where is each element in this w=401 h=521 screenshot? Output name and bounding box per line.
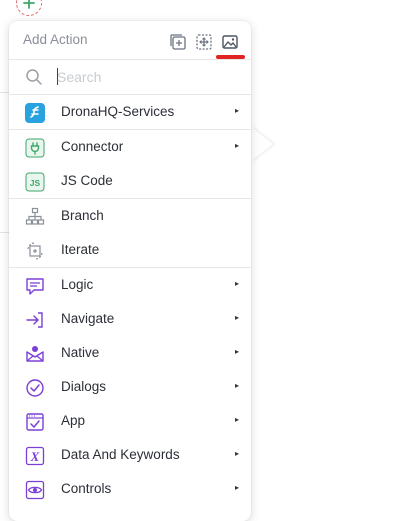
menu-item-connector[interactable]: Connector ▸: [9, 130, 251, 164]
add-action-button[interactable]: [16, 0, 42, 16]
app-icon: [26, 413, 44, 431]
image-icon[interactable]: [221, 33, 239, 51]
menu-item-label: Dialogs: [61, 379, 107, 394]
background-divider: [0, 92, 9, 93]
submenu-arrow-icon: ▸: [234, 415, 239, 424]
menu-item-label: Iterate: [61, 242, 100, 257]
menu-item-native[interactable]: Native ▸: [9, 336, 251, 370]
svg-text:JS: JS: [30, 178, 41, 188]
plug-icon: [25, 138, 45, 158]
variable-icon: X: [25, 446, 45, 466]
submenu-arrow-icon: ▸: [234, 347, 239, 356]
menu-item-label: Connector: [61, 139, 124, 154]
menu-item-app[interactable]: App ▸: [9, 404, 251, 438]
iterate-icon: [27, 242, 43, 260]
search-input[interactable]: [57, 66, 227, 88]
menu-item-data-and-keywords[interactable]: X Data And Keywords ▸: [9, 438, 251, 472]
branch-icon: [25, 207, 45, 225]
add-box-icon[interactable]: [169, 33, 187, 51]
menu-item-label: App: [61, 413, 86, 428]
panel-title: Add Action: [23, 32, 88, 47]
search-bar: [9, 59, 251, 95]
submenu-arrow-icon: ▸: [234, 381, 239, 390]
background-divider: [0, 232, 9, 233]
menu-item-label: JS Code: [61, 173, 113, 188]
popover-pointer: [251, 127, 273, 161]
js-icon: JS: [25, 172, 45, 192]
menu-item-label: Logic: [61, 277, 94, 292]
menu-item-controls[interactable]: Controls ▸: [9, 472, 251, 506]
menu-item-label: DronaHQ-Services: [61, 104, 175, 119]
search-icon: [26, 69, 42, 85]
menu-item-label: Branch: [61, 208, 104, 223]
dialogs-icon: [26, 379, 44, 397]
submenu-arrow-icon: ▸: [234, 483, 239, 492]
native-icon: [26, 346, 44, 362]
menu-item-branch[interactable]: Branch: [9, 199, 251, 233]
menu-item-label: Data And Keywords: [61, 447, 180, 462]
menu-item-js-code[interactable]: JS JS Code: [9, 164, 251, 198]
menu-item-dronahq-services[interactable]: DronaHQ-Services ▸: [9, 95, 251, 129]
dronahq-icon: [25, 103, 45, 123]
menu-item-dialogs[interactable]: Dialogs ▸: [9, 370, 251, 404]
submenu-arrow-icon: ▸: [234, 279, 239, 288]
menu-item-label: Controls: [61, 481, 112, 496]
menu-item-navigate[interactable]: Navigate ▸: [9, 302, 251, 336]
move-icon[interactable]: [195, 33, 213, 51]
menu-item-label: Native: [61, 345, 100, 360]
menu-item-logic[interactable]: Logic ▸: [9, 268, 251, 302]
submenu-arrow-icon: ▸: [234, 106, 239, 115]
menu-item-iterate[interactable]: Iterate: [9, 233, 251, 267]
submenu-arrow-icon: ▸: [234, 313, 239, 322]
submenu-arrow-icon: ▸: [234, 141, 239, 150]
eye-icon: [25, 480, 45, 500]
menu-item-label: Navigate: [61, 311, 115, 326]
logic-icon: [26, 278, 44, 295]
navigate-icon: [26, 312, 43, 328]
submenu-arrow-icon: ▸: [234, 449, 239, 458]
plus-icon: [23, 0, 35, 9]
add-action-panel: Add Action DronaHQ-Ser: [9, 21, 251, 521]
svg-text:X: X: [30, 449, 40, 464]
panel-header: Add Action: [9, 21, 251, 59]
